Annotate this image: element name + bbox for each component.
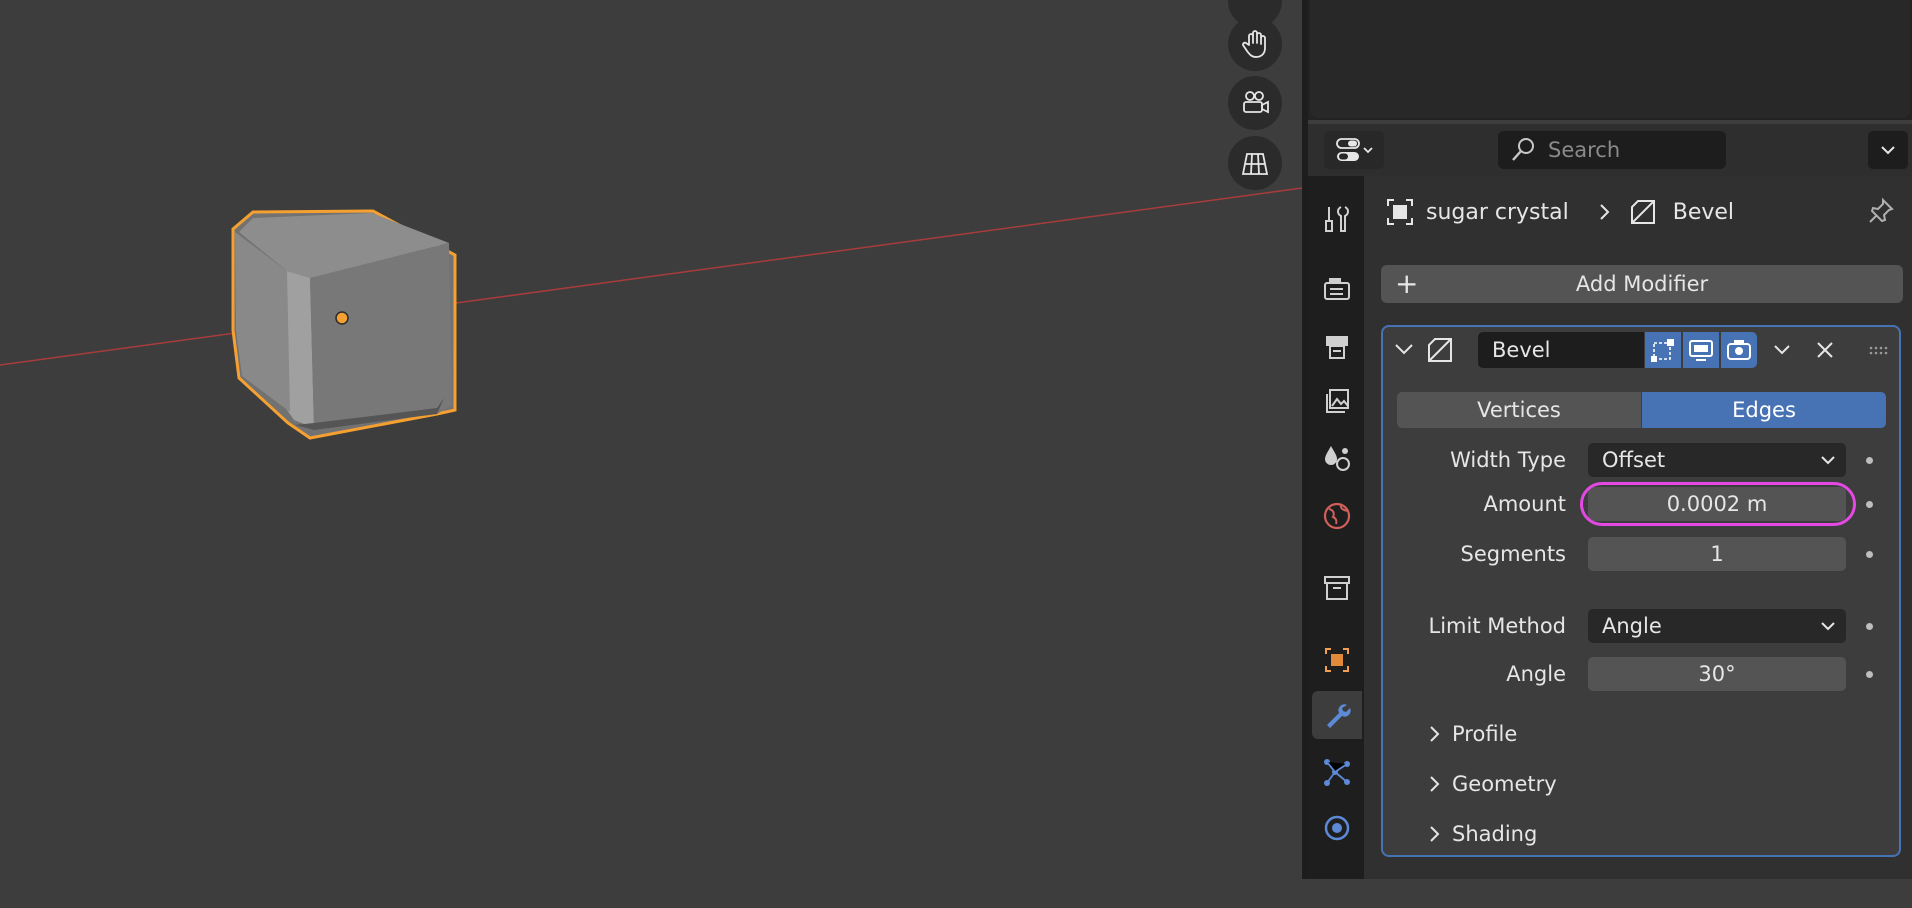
edit-mode-icon (1651, 339, 1674, 362)
output-icon (1326, 336, 1348, 359)
search-placeholder: Search (1548, 138, 1621, 162)
amount-label: Amount (1483, 492, 1566, 516)
amount-highlight-ring (1580, 482, 1856, 526)
width-type-label: Width Type (1450, 448, 1566, 472)
particles-icon (1324, 759, 1350, 786)
breadcrumb-object: sugar crystal (1426, 199, 1569, 225)
keyframe-dot[interactable] (1866, 623, 1873, 630)
tab-object[interactable] (1312, 636, 1362, 684)
breadcrumb: sugar crystal Bevel (1384, 196, 1734, 228)
options-dropdown-button[interactable] (1868, 131, 1908, 169)
tab-physics[interactable] (1312, 804, 1362, 852)
chevron-down-icon (1821, 622, 1835, 631)
object-icon (1387, 199, 1413, 225)
affect-vertices-button[interactable]: Vertices (1397, 392, 1641, 428)
subpanel-shading[interactable]: Shading (1424, 822, 1537, 846)
add-modifier-button[interactable]: + Add Modifier (1381, 265, 1903, 303)
collection-icon (1324, 576, 1350, 600)
tab-constraints[interactable] (1312, 860, 1362, 908)
3d-viewport[interactable] (0, 0, 1302, 879)
realtime-toggle[interactable] (1683, 332, 1719, 368)
limit-method-value: Angle (1602, 614, 1662, 638)
tool-icon (1325, 206, 1349, 232)
chevron-right-icon (1600, 204, 1610, 220)
camera-view-icon[interactable] (1228, 76, 1282, 130)
bevel-modifier-icon (1630, 200, 1655, 224)
tab-particles[interactable] (1312, 748, 1362, 796)
grid-ortho-icon[interactable] (1228, 136, 1282, 190)
breadcrumb-modifier: Bevel (1672, 199, 1735, 225)
tab-view-layer[interactable] (1312, 378, 1362, 426)
view-layer-icon (1326, 389, 1349, 413)
render-icon (1324, 278, 1350, 300)
collapse-chevron-icon[interactable] (1393, 338, 1415, 364)
search-input[interactable]: Search (1498, 131, 1726, 169)
width-type-value: Offset (1602, 448, 1666, 472)
tab-modifiers[interactable] (1312, 691, 1362, 739)
object-icon (1325, 648, 1349, 672)
monitor-icon (1689, 340, 1713, 361)
limit-method-dropdown[interactable]: Angle (1588, 609, 1846, 643)
hand-pan-icon[interactable] (1228, 17, 1282, 71)
close-icon[interactable] (1812, 337, 1838, 367)
segments-field[interactable]: 1 (1588, 537, 1846, 571)
subpanel-label: Profile (1452, 722, 1518, 746)
tab-scene[interactable] (1312, 434, 1362, 482)
keyframe-dot[interactable] (1866, 501, 1873, 508)
x-axis-line (0, 187, 1302, 366)
chevron-right-icon (1430, 776, 1440, 792)
properties-editor-icon (1336, 138, 1373, 161)
add-modifier-label: Add Modifier (1575, 272, 1709, 296)
edit-mode-toggle[interactable] (1645, 332, 1681, 368)
chevron-down-icon (1774, 345, 1790, 355)
bevel-modifier-icon (1424, 334, 1456, 370)
viewport-scene (0, 187, 1302, 440)
affect-edges-button[interactable]: Edges (1642, 392, 1886, 428)
subpanel-label: Shading (1452, 822, 1538, 846)
width-type-dropdown[interactable]: Offset (1588, 443, 1846, 477)
modifier-menu-button[interactable] (1765, 337, 1799, 363)
tab-collection[interactable] (1312, 564, 1362, 612)
keyframe-dot[interactable] (1866, 457, 1873, 464)
chevron-right-icon (1430, 826, 1440, 842)
tab-world[interactable] (1312, 492, 1362, 540)
subpanel-profile[interactable]: Profile (1424, 722, 1517, 746)
camera-icon (1727, 340, 1751, 360)
modifier-name-field[interactable]: Bevel (1478, 332, 1644, 368)
physics-icon (1324, 815, 1350, 841)
tab-tool[interactable] (1312, 195, 1362, 243)
chevron-down-icon (1881, 146, 1895, 155)
search-icon (1512, 138, 1534, 161)
pin-icon[interactable] (1866, 196, 1896, 230)
tab-render[interactable] (1312, 265, 1362, 313)
angle-label: Angle (1506, 662, 1566, 686)
angle-field[interactable]: 30° (1588, 657, 1846, 691)
wrench-icon (1327, 704, 1351, 728)
editor-type-button[interactable] (1324, 131, 1384, 169)
subpanel-geometry[interactable]: Geometry (1424, 772, 1557, 796)
chevron-right-icon (1430, 726, 1440, 742)
scene-icon (1325, 446, 1350, 471)
tab-output[interactable] (1312, 322, 1362, 370)
limit-method-label: Limit Method (1428, 614, 1567, 638)
object-origin (335, 311, 349, 325)
chevron-down-icon (1821, 456, 1835, 465)
outliner-panel (1310, 0, 1910, 118)
render-toggle[interactable] (1721, 332, 1757, 368)
keyframe-dot[interactable] (1866, 551, 1873, 558)
plus-icon: + (1395, 267, 1419, 300)
subpanel-label: Geometry (1452, 772, 1557, 796)
drag-handle-icon[interactable] (1868, 342, 1890, 361)
keyframe-dot[interactable] (1866, 671, 1873, 678)
world-icon (1323, 502, 1351, 530)
segments-label: Segments (1460, 542, 1566, 566)
cube-object[interactable] (231, 209, 457, 440)
